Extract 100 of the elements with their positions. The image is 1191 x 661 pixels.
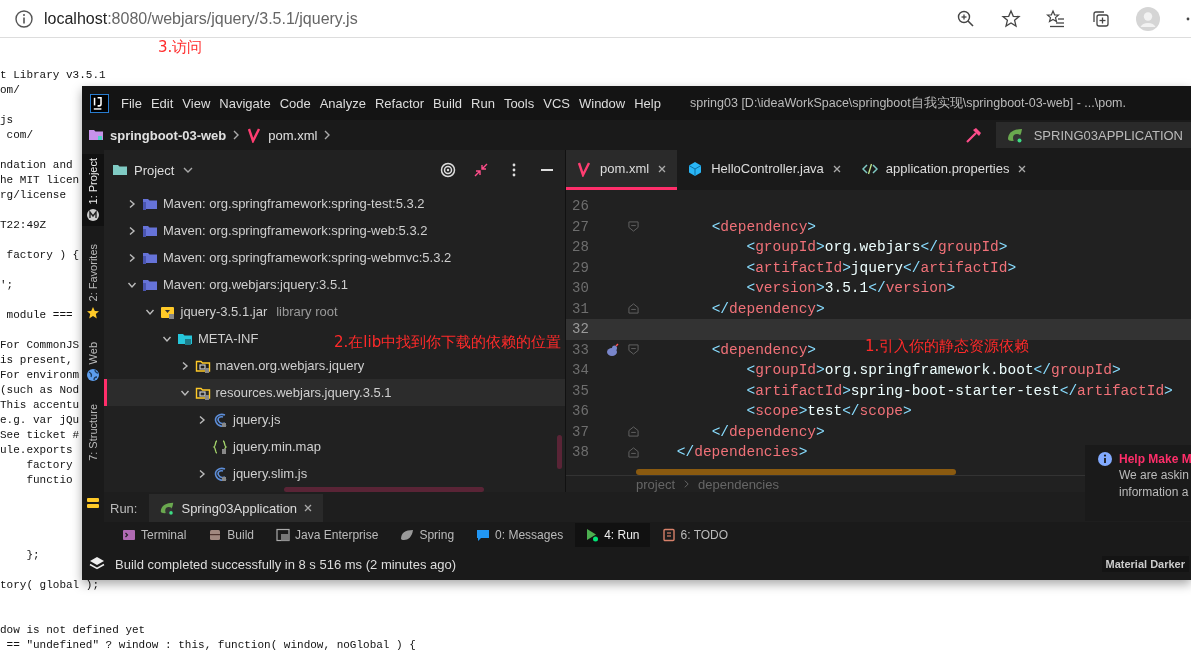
tool-window-tab[interactable]: 2: Favorites bbox=[82, 240, 104, 324]
menu-item[interactable]: File bbox=[121, 95, 142, 111]
layers-icon bbox=[89, 556, 105, 572]
address-field[interactable]: localhost:8080/webjars/jquery/3.5.1/jquery.js bbox=[44, 9, 358, 28]
info-icon[interactable] bbox=[14, 8, 34, 29]
line-number: 33 bbox=[571, 341, 590, 358]
tool-window-button[interactable]: Java Enterprise bbox=[266, 523, 389, 547]
tree-item[interactable]: Maven: org.springframework:spring-webmvc:5.3.2 bbox=[104, 244, 458, 271]
collections-icon[interactable] bbox=[1091, 8, 1111, 29]
menu-item[interactable]: VCS bbox=[543, 95, 570, 111]
app-logo-icon bbox=[90, 93, 109, 113]
code-line: <groupId>org.webjars</groupId> bbox=[745, 239, 1008, 256]
tree-item[interactable]: Maven: org.webjars:jquery:3.5.1 bbox=[104, 271, 354, 298]
run-configuration-selector[interactable]: SPRING03APPLICATION bbox=[995, 122, 1191, 148]
collapse-icon[interactable] bbox=[473, 162, 489, 178]
scrollbar-thumb[interactable] bbox=[284, 487, 484, 492]
code-line: functio bbox=[25, 473, 73, 488]
editor-tab[interactable]: pom.xml bbox=[566, 150, 678, 190]
tool-window-button[interactable]: 6: TODO bbox=[651, 523, 739, 547]
chevron-icon[interactable] bbox=[197, 468, 207, 479]
table-icon bbox=[276, 528, 291, 542]
fold-marker-icon[interactable] bbox=[627, 221, 639, 233]
fold-marker-icon[interactable] bbox=[627, 303, 639, 315]
tool-window-button[interactable]: Spring bbox=[390, 523, 465, 547]
code-line: factory ) { bbox=[5, 248, 80, 263]
annotation-text: 3.访问 bbox=[158, 38, 203, 57]
scrollbar-thumb[interactable] bbox=[557, 435, 562, 469]
code-line: </dependency> bbox=[710, 423, 825, 440]
line-number: 27 bbox=[571, 218, 590, 235]
tree-item-hint: library root bbox=[276, 304, 338, 319]
star-icon[interactable] bbox=[1001, 8, 1021, 29]
tool-window-tab[interactable]: 7: Structure bbox=[82, 400, 104, 466]
tool-window-button[interactable]: 0: Messages bbox=[466, 523, 574, 547]
menu-item[interactable]: Analyze bbox=[319, 95, 366, 111]
menu-item[interactable]: Edit bbox=[150, 95, 174, 111]
chevron-icon bbox=[232, 129, 241, 141]
chevron-icon[interactable] bbox=[127, 252, 137, 263]
code-line: e.g. var jQu bbox=[0, 413, 80, 428]
fold-marker-icon[interactable] bbox=[627, 446, 639, 458]
menu-item[interactable]: Tools bbox=[503, 95, 535, 111]
bird-icon[interactable] bbox=[605, 342, 619, 357]
close-icon[interactable] bbox=[657, 163, 668, 174]
code-line: js bbox=[0, 113, 14, 128]
menu-item[interactable]: Refactor bbox=[374, 95, 425, 111]
tool-window-button[interactable]: 4: Run bbox=[575, 523, 650, 547]
terminal-icon bbox=[122, 528, 136, 542]
spring-boot-icon bbox=[159, 500, 176, 516]
tool-window-button[interactable]: Terminal bbox=[112, 523, 197, 547]
tree-item[interactable]: jquery.slim.js bbox=[104, 460, 314, 487]
tree-item[interactable]: Maven: org.springframework:spring-test:5.3.2 bbox=[104, 190, 431, 217]
tree-item[interactable]: jquery.js bbox=[104, 406, 287, 433]
message-icon bbox=[476, 528, 491, 542]
tree-item[interactable]: jquery-3.5.1.jar library root bbox=[104, 298, 344, 325]
breadcrumb-item[interactable]: springboot-03-web bbox=[110, 127, 227, 143]
tool-window-button[interactable]: Build bbox=[198, 523, 265, 547]
info-icon bbox=[1097, 451, 1113, 467]
close-icon[interactable] bbox=[831, 163, 842, 174]
run-tab[interactable]: Spring03Application bbox=[149, 494, 324, 522]
globe-icon bbox=[86, 368, 100, 383]
run-label: Run: bbox=[110, 501, 138, 518]
menu-item[interactable]: View bbox=[182, 95, 211, 111]
target-icon[interactable] bbox=[440, 162, 456, 178]
menu-item[interactable]: Window bbox=[578, 95, 626, 111]
chevron-icon[interactable] bbox=[127, 225, 137, 236]
project-view-selector[interactable]: Project bbox=[134, 162, 195, 178]
menu-item[interactable]: Navigate bbox=[219, 95, 271, 111]
menu-item[interactable]: Help bbox=[634, 95, 661, 111]
favorites-list-icon[interactable] bbox=[1046, 8, 1066, 29]
menu-item[interactable]: Run bbox=[471, 95, 495, 111]
code-line: '; bbox=[0, 278, 14, 293]
line-number: 37 bbox=[571, 423, 590, 440]
tree-item[interactable]: maven.org.webjars.jquery bbox=[104, 352, 371, 379]
theme-label[interactable]: Material Darker bbox=[1101, 556, 1189, 572]
fold-marker-icon[interactable] bbox=[627, 344, 639, 356]
editor-tab[interactable]: HelloController.java bbox=[677, 150, 852, 190]
code-line: }; bbox=[25, 548, 40, 563]
chevron-icon[interactable] bbox=[127, 198, 137, 209]
tree-item[interactable]: resources.webjars.jquery.3.5.1 bbox=[104, 379, 565, 406]
menu-item[interactable]: Code bbox=[279, 95, 311, 111]
breadcrumb-item[interactable]: pom.xml bbox=[268, 127, 318, 143]
menu-item[interactable]: Build bbox=[433, 95, 462, 111]
checklist-icon bbox=[661, 528, 676, 542]
panel-layout-icon[interactable] bbox=[86, 496, 100, 510]
close-icon[interactable] bbox=[1017, 163, 1028, 174]
code-line: <groupId>org.springframework.boot</groupId> bbox=[745, 362, 1121, 379]
fold-marker-icon[interactable] bbox=[627, 426, 639, 438]
close-icon[interactable] bbox=[303, 503, 314, 513]
chevron-icon[interactable] bbox=[197, 414, 207, 425]
zoom-icon[interactable] bbox=[956, 8, 976, 29]
build-icon bbox=[208, 528, 223, 542]
scrollbar-thumb[interactable] bbox=[636, 469, 956, 475]
tool-window-tab[interactable]: Web bbox=[82, 337, 104, 387]
tree-item[interactable]: META-INF bbox=[104, 325, 265, 352]
code-line: factory bbox=[25, 458, 73, 473]
annotation-text: 2.在lib中找到你下载的依赖的位置 bbox=[334, 333, 562, 352]
tree-item[interactable]: Maven: org.springframework:spring-web:5.3.2 bbox=[104, 217, 434, 244]
editor-tab[interactable]: application.properties bbox=[851, 150, 1038, 190]
tool-window-tab[interactable]: 1: Project bbox=[82, 154, 104, 227]
line-number: 34 bbox=[571, 362, 590, 379]
tree-item[interactable]: jquery.min.map bbox=[104, 433, 327, 460]
